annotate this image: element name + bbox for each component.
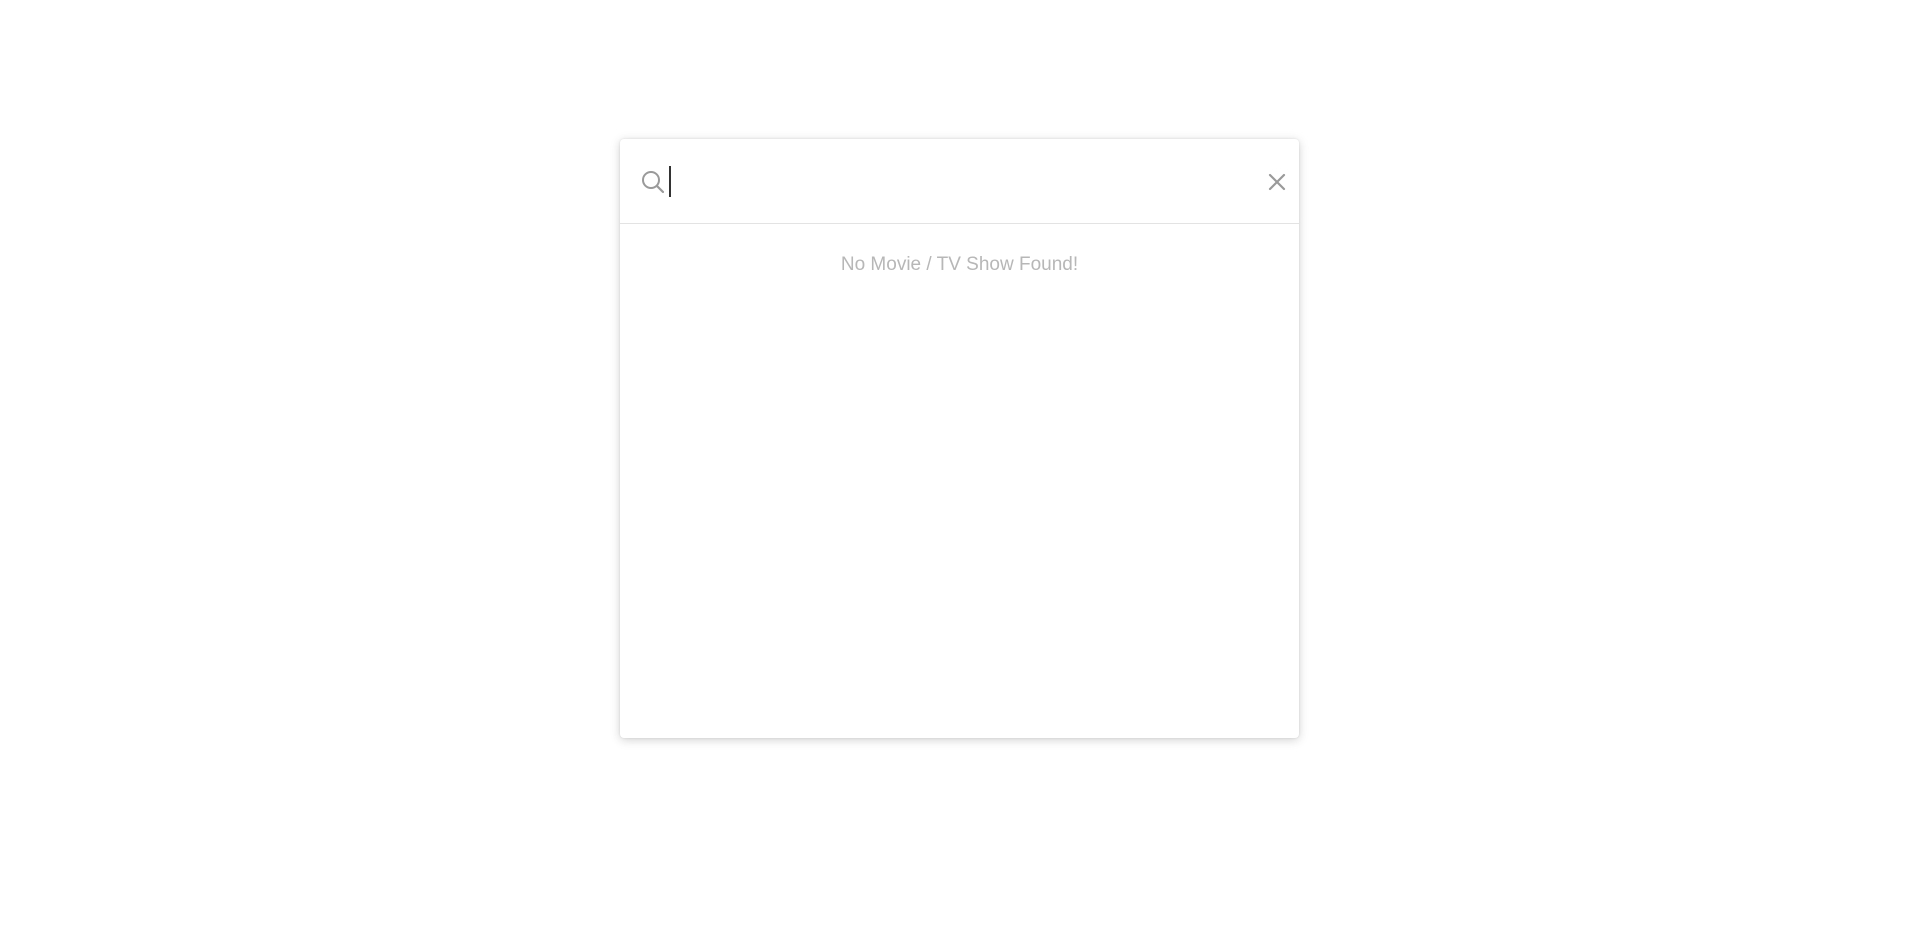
search-bar — [620, 139, 1299, 224]
close-icon[interactable] — [1265, 170, 1289, 194]
search-modal: No Movie / TV Show Found! — [620, 139, 1299, 738]
search-icon — [640, 169, 666, 195]
empty-results-message: No Movie / TV Show Found! — [840, 254, 1079, 275]
text-caret — [669, 166, 671, 197]
search-input[interactable] — [670, 161, 1230, 201]
search-results: No Movie / TV Show Found! — [620, 224, 1299, 738]
